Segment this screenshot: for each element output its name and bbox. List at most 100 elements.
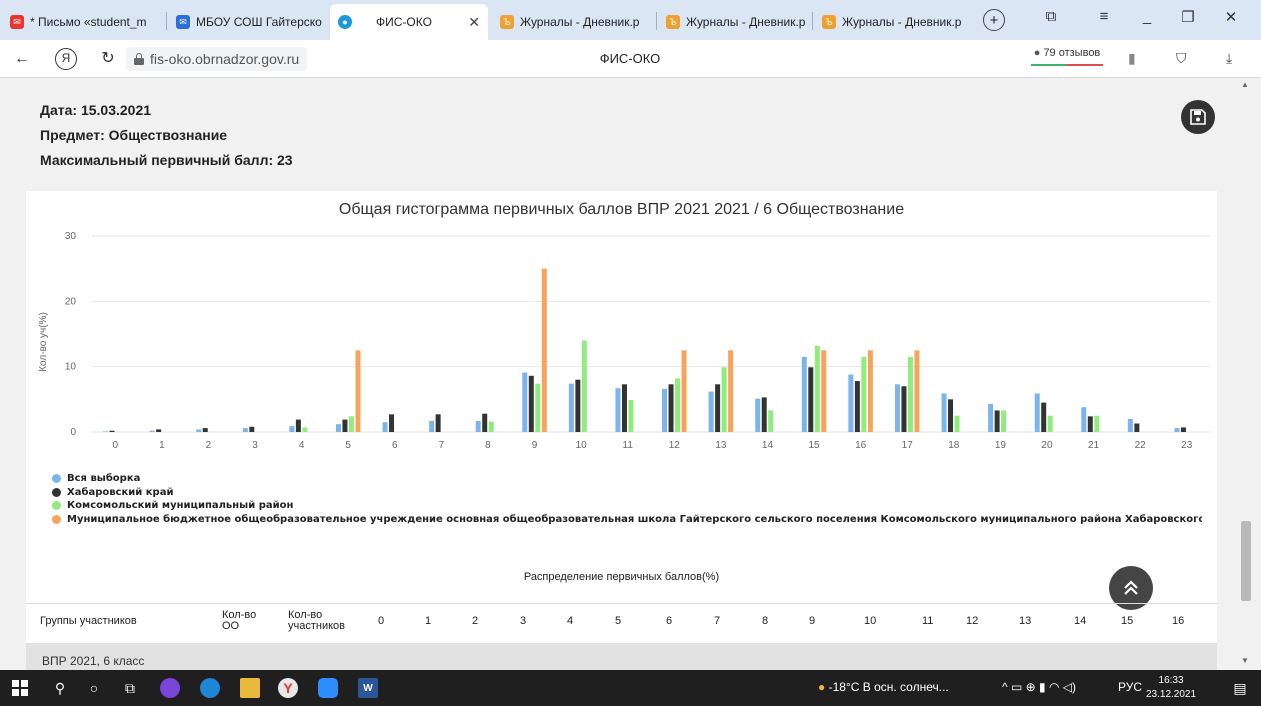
bar[interactable] bbox=[1047, 415, 1053, 432]
bar[interactable] bbox=[1180, 427, 1186, 432]
bar[interactable] bbox=[389, 414, 395, 432]
bar[interactable] bbox=[914, 350, 920, 432]
minimize-button[interactable]: _ bbox=[1135, 8, 1159, 25]
yandex-icon[interactable]: Я bbox=[55, 48, 77, 70]
tab-mail[interactable]: ✉ * Письмо «student_m bbox=[2, 4, 164, 40]
bar[interactable] bbox=[568, 383, 574, 432]
bar[interactable] bbox=[755, 398, 761, 432]
alice-icon[interactable] bbox=[160, 678, 180, 698]
table-row[interactable]: ВПР 2021, 6 класс bbox=[26, 643, 1217, 670]
cortana-icon[interactable]: ○ bbox=[84, 678, 104, 698]
weather-widget[interactable]: ● -18°C В осн. солнеч... bbox=[818, 680, 949, 694]
tab-fis-oko[interactable]: ● ФИС-ОКО ✕ bbox=[330, 4, 488, 40]
bar[interactable] bbox=[768, 410, 774, 432]
word-icon[interactable]: W bbox=[358, 678, 378, 698]
vertical-scrollbar[interactable]: ▲ ▼ bbox=[1237, 78, 1261, 670]
bookmark-icon[interactable]: ▮ bbox=[1128, 50, 1136, 67]
tab-dnevnik-3[interactable]: Ъ Журналы - Дневник.р bbox=[814, 4, 976, 40]
bar[interactable] bbox=[814, 345, 820, 432]
bar[interactable] bbox=[581, 340, 587, 432]
bar[interactable] bbox=[994, 410, 1000, 432]
yandex-browser-icon[interactable]: Y bbox=[278, 678, 298, 698]
bar[interactable] bbox=[668, 384, 674, 432]
bar[interactable] bbox=[621, 384, 627, 432]
bar[interactable] bbox=[721, 367, 727, 432]
bar[interactable] bbox=[728, 350, 734, 432]
bar[interactable] bbox=[848, 374, 854, 432]
bar[interactable] bbox=[1174, 428, 1180, 432]
bar[interactable] bbox=[861, 356, 867, 432]
bar[interactable] bbox=[821, 350, 827, 432]
restore-button[interactable]: ❐ bbox=[1176, 8, 1200, 26]
bar[interactable] bbox=[528, 375, 534, 432]
bar[interactable] bbox=[854, 381, 860, 432]
bar[interactable] bbox=[156, 429, 162, 432]
task-view-icon[interactable]: ⧉ bbox=[120, 678, 140, 698]
bar[interactable] bbox=[715, 384, 721, 432]
bar[interactable] bbox=[1094, 415, 1100, 432]
file-explorer-icon[interactable] bbox=[240, 678, 260, 698]
tab-dnevnik-2[interactable]: Ъ Журналы - Дневник.р bbox=[658, 4, 810, 40]
bar[interactable] bbox=[1127, 418, 1133, 432]
tray-icons[interactable]: ^ ▭ ⊕ ▮ ◠ ◁) bbox=[1002, 680, 1076, 694]
bar[interactable] bbox=[1087, 416, 1093, 432]
bar[interactable] bbox=[475, 420, 481, 432]
bar[interactable] bbox=[302, 427, 308, 432]
bar[interactable] bbox=[901, 386, 907, 432]
bar[interactable] bbox=[1134, 423, 1140, 432]
bar[interactable] bbox=[429, 420, 435, 432]
bar[interactable] bbox=[708, 391, 714, 432]
bar[interactable] bbox=[628, 399, 634, 432]
search-icon[interactable]: ⚲ bbox=[50, 678, 70, 698]
scrollbar-thumb[interactable] bbox=[1241, 521, 1251, 601]
legend-item[interactable]: Хабаровский край bbox=[52, 486, 1202, 500]
bar[interactable] bbox=[948, 399, 954, 432]
bar[interactable] bbox=[242, 428, 248, 432]
legend-item[interactable]: Муниципальное бюджетное общеобразователь… bbox=[52, 513, 1202, 527]
scroll-down-arrow-icon[interactable]: ▼ bbox=[1241, 656, 1249, 665]
scroll-up-arrow-icon[interactable]: ▲ bbox=[1241, 80, 1249, 89]
menu-icon[interactable]: ≡ bbox=[1092, 8, 1116, 25]
bar[interactable] bbox=[907, 356, 913, 432]
bar[interactable] bbox=[681, 350, 687, 432]
bar[interactable] bbox=[348, 416, 354, 432]
clock[interactable]: 16:33 23.12.2021 bbox=[1146, 674, 1196, 702]
bar[interactable] bbox=[894, 384, 900, 432]
bar[interactable] bbox=[1034, 393, 1040, 432]
windows-start-icon[interactable] bbox=[10, 678, 30, 698]
back-icon[interactable]: ← bbox=[12, 50, 32, 68]
url-field[interactable]: fis-oko.obrnadzor.gov.ru bbox=[126, 47, 308, 71]
bar[interactable] bbox=[675, 378, 681, 432]
bar[interactable] bbox=[867, 350, 873, 432]
bar[interactable] bbox=[488, 421, 494, 432]
bar[interactable] bbox=[575, 379, 581, 432]
bar[interactable] bbox=[988, 403, 994, 432]
bar[interactable] bbox=[801, 356, 807, 432]
reload-icon[interactable]: ↻ bbox=[98, 50, 118, 68]
bar[interactable] bbox=[289, 426, 295, 432]
language-indicator[interactable]: РУС bbox=[1118, 680, 1142, 694]
protect-icon[interactable]: ⛉ bbox=[1176, 50, 1187, 67]
bar[interactable] bbox=[808, 367, 814, 432]
zoom-icon[interactable] bbox=[318, 678, 338, 698]
tab-school-mail[interactable]: ✉ МБОУ СОШ Гайтерско bbox=[168, 4, 328, 40]
collections-icon[interactable]: ⧉ bbox=[1039, 8, 1063, 25]
download-icon[interactable]: ⤓ bbox=[1226, 50, 1232, 67]
bar[interactable] bbox=[954, 415, 960, 432]
save-button[interactable] bbox=[1181, 100, 1215, 134]
reviews-button[interactable]: ● 79 отзывов bbox=[1027, 46, 1107, 70]
bar[interactable] bbox=[1001, 410, 1007, 432]
bar[interactable] bbox=[1041, 402, 1047, 432]
new-tab-button[interactable]: + bbox=[983, 9, 1005, 31]
bar[interactable] bbox=[535, 383, 541, 432]
legend-item[interactable]: Вся выборка bbox=[52, 472, 1202, 486]
bar[interactable] bbox=[202, 428, 208, 432]
close-window-button[interactable]: ✕ bbox=[1219, 8, 1243, 26]
bar[interactable] bbox=[941, 393, 947, 432]
bar[interactable] bbox=[355, 350, 361, 432]
close-tab-icon[interactable]: ✕ bbox=[458, 14, 480, 31]
bar[interactable] bbox=[295, 419, 301, 432]
bar[interactable] bbox=[382, 422, 388, 432]
bar[interactable] bbox=[109, 430, 115, 432]
bar[interactable] bbox=[541, 268, 547, 432]
